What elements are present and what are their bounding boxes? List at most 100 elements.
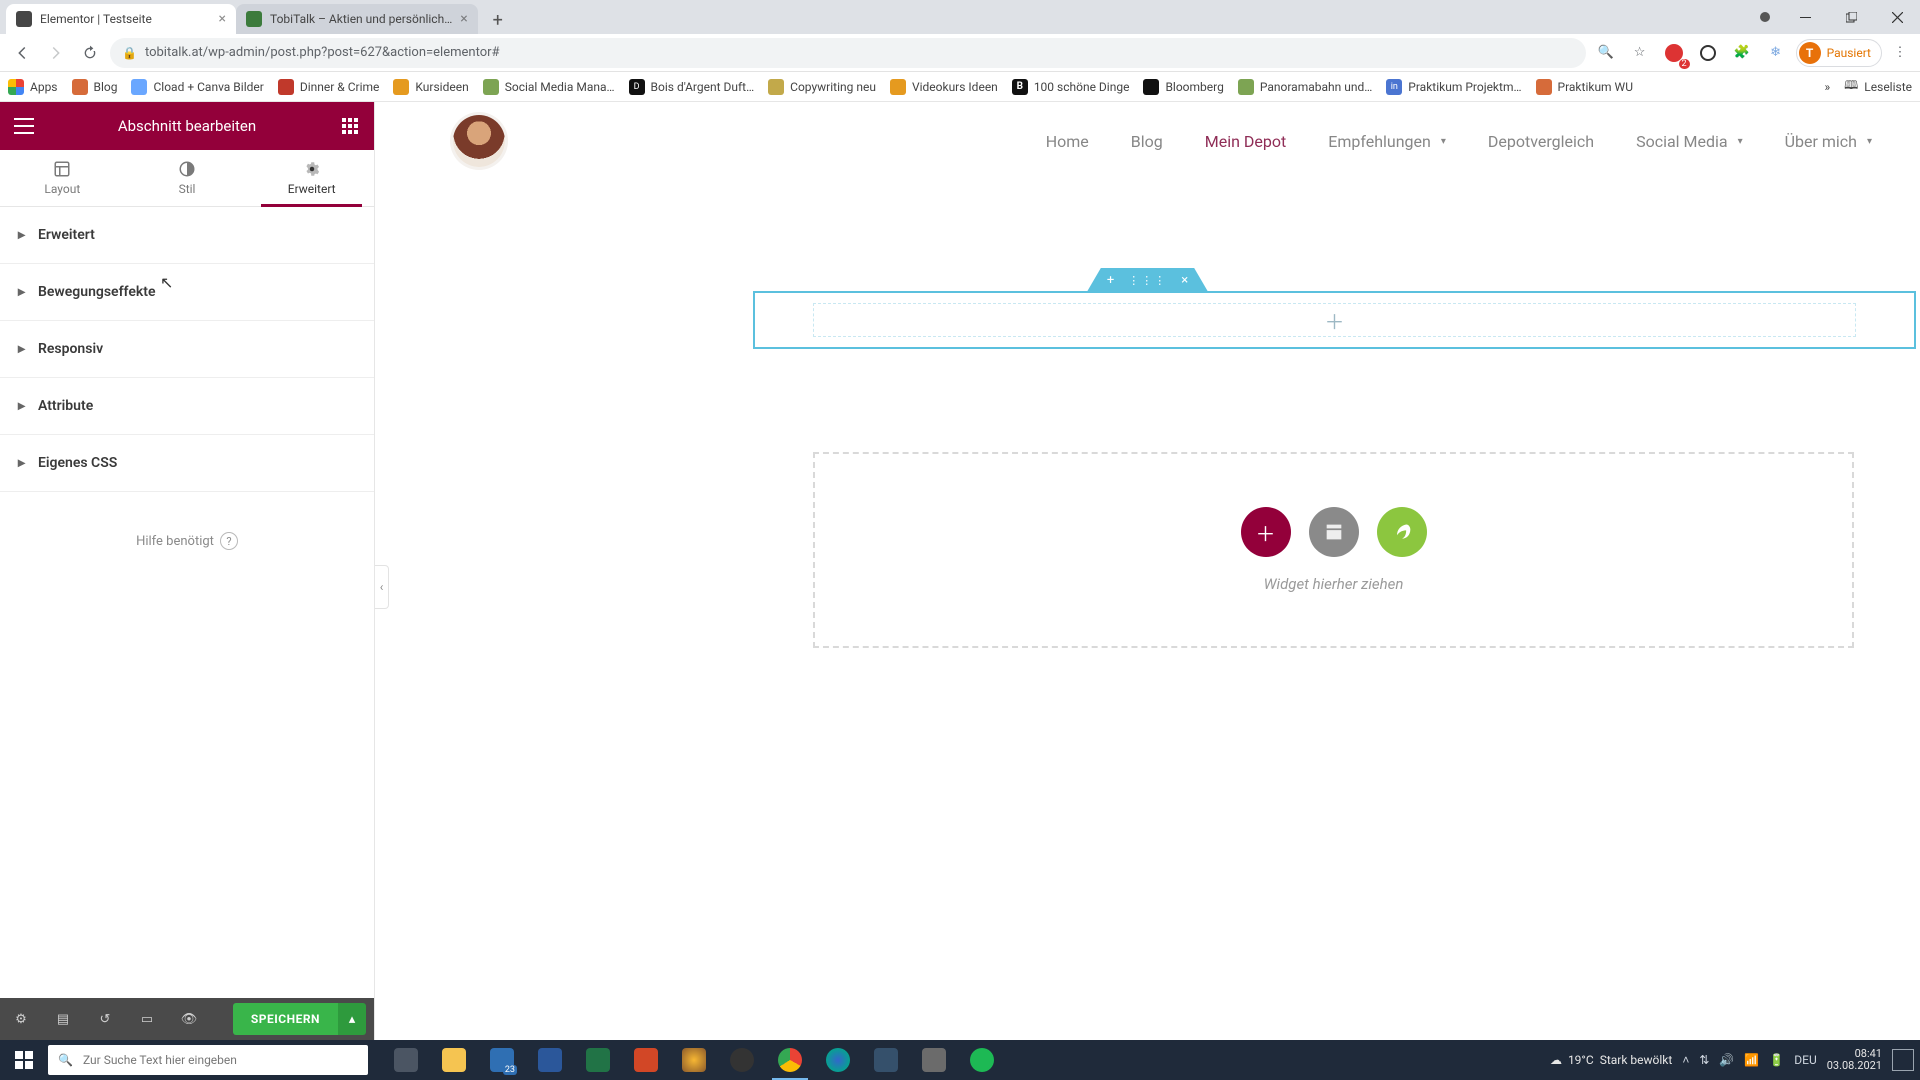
taskbar-app-excel[interactable]: [574, 1040, 622, 1080]
save-button[interactable]: SPEICHERN: [233, 1003, 338, 1035]
network-icon[interactable]: ⇅: [1699, 1053, 1709, 1067]
preview-icon[interactable]: 👁: [168, 998, 210, 1040]
action-center-button[interactable]: [1892, 1049, 1914, 1071]
bookmark-item[interactable]: Kursideen: [393, 79, 468, 95]
envato-button[interactable]: [1377, 507, 1427, 557]
settings-icon[interactable]: ⚙: [0, 998, 42, 1040]
new-section-dropzone[interactable]: ＋ Widget hierher ziehen: [813, 452, 1854, 648]
volume-icon[interactable]: 🔊: [1719, 1053, 1734, 1067]
empty-column[interactable]: ＋: [813, 303, 1856, 337]
bookmark-star-icon[interactable]: ☆: [1626, 39, 1654, 67]
collapse-sidebar-button[interactable]: ‹: [375, 565, 389, 609]
add-section-button[interactable]: ＋: [1241, 507, 1291, 557]
taskbar-app-mail[interactable]: 23: [478, 1040, 526, 1080]
taskbar-app-powerpoint[interactable]: [622, 1040, 670, 1080]
delete-section-icon[interactable]: ×: [1181, 273, 1188, 288]
reload-button[interactable]: [76, 39, 104, 67]
bookmark-item[interactable]: Dinner & Crime: [278, 79, 380, 95]
accordion-advanced[interactable]: ▸Erweitert: [0, 207, 374, 264]
drag-handle-icon[interactable]: ⋮⋮⋮: [1128, 274, 1167, 287]
taskbar-app-explorer[interactable]: [430, 1040, 478, 1080]
widgets-button[interactable]: [338, 114, 362, 138]
language-indicator[interactable]: DEU: [1794, 1053, 1816, 1067]
close-icon[interactable]: ×: [460, 12, 467, 26]
taskbar-weather[interactable]: ☁ 19°C Stark bewölkt: [1550, 1053, 1672, 1067]
taskbar-app[interactable]: [670, 1040, 718, 1080]
close-window-button[interactable]: [1874, 0, 1920, 34]
start-button[interactable]: [0, 1040, 48, 1080]
bookmark-item[interactable]: Cload + Canva Bilder: [131, 79, 263, 95]
chrome-menu-button[interactable]: ⋮: [1888, 45, 1912, 60]
tab-layout[interactable]: Layout: [0, 150, 125, 206]
nav-empfehlungen[interactable]: Empfehlungen▾: [1328, 132, 1446, 151]
zoom-icon[interactable]: 🔍: [1592, 39, 1620, 67]
address-bar[interactable]: 🔒 tobitalk.at/wp-admin/post.php?post=627…: [110, 38, 1586, 68]
site-logo[interactable]: [453, 115, 505, 167]
nav-social-media[interactable]: Social Media▾: [1636, 132, 1743, 151]
new-tab-button[interactable]: +: [484, 6, 512, 34]
section-handle[interactable]: + ⋮⋮⋮ ×: [1087, 268, 1208, 292]
bookmark-item[interactable]: Social Media Mana…: [483, 79, 615, 95]
account-dot-icon[interactable]: [1760, 12, 1770, 22]
taskbar-app-chrome[interactable]: [766, 1040, 814, 1080]
nav-ueber-mich[interactable]: Über mich▾: [1785, 132, 1872, 151]
bookmark-item[interactable]: Copywriting neu: [768, 79, 876, 95]
extension-icon[interactable]: 2: [1660, 39, 1688, 67]
profile-chip[interactable]: T Pausiert: [1796, 39, 1882, 67]
close-icon[interactable]: ×: [219, 12, 226, 26]
battery-icon[interactable]: 🔋: [1769, 1053, 1784, 1067]
taskbar-app-word[interactable]: [526, 1040, 574, 1080]
readlist-button[interactable]: 🕮 Leseliste: [1844, 76, 1912, 97]
sidebar-menu-button[interactable]: [12, 114, 36, 138]
browser-tab[interactable]: Elementor | Testseite ×: [6, 4, 236, 34]
add-widget-icon[interactable]: ＋: [1325, 306, 1345, 335]
bookmark-item[interactable]: Blog: [72, 79, 118, 95]
accordion-attributes[interactable]: ▸Attribute: [0, 378, 374, 435]
browser-tab[interactable]: TobiTalk – Aktien und persönlich… ×: [236, 4, 478, 34]
task-view-button[interactable]: [382, 1040, 430, 1080]
taskbar-clock[interactable]: 08:41 03.08.2021: [1827, 1048, 1882, 1072]
responsive-icon[interactable]: ▭: [126, 998, 168, 1040]
selected-section[interactable]: ＋: [753, 291, 1916, 349]
taskbar-app[interactable]: [910, 1040, 958, 1080]
bookmark-item[interactable]: Videokurs Ideen: [890, 79, 998, 95]
nav-home[interactable]: Home: [1046, 132, 1089, 151]
bookmark-item[interactable]: DBois d'Argent Duft…: [629, 79, 755, 95]
nav-blog[interactable]: Blog: [1131, 132, 1163, 151]
wifi-icon[interactable]: 📶: [1744, 1053, 1759, 1067]
taskbar-app-edge[interactable]: [814, 1040, 862, 1080]
nav-depotvergleich[interactable]: Depotvergleich: [1488, 132, 1594, 151]
taskbar-app-obs[interactable]: [718, 1040, 766, 1080]
bookmark-item[interactable]: B100 schöne Dinge: [1012, 79, 1130, 95]
accordion-responsive[interactable]: ▸Responsiv: [0, 321, 374, 378]
taskbar-app-spotify[interactable]: [958, 1040, 1006, 1080]
tab-style[interactable]: Stil: [125, 150, 250, 206]
minimize-button[interactable]: [1782, 0, 1828, 34]
bookmark-item[interactable]: Bloomberg: [1143, 79, 1223, 95]
extension-icon[interactable]: ❄: [1762, 39, 1790, 67]
history-icon[interactable]: ↺: [84, 998, 126, 1040]
extension-icon[interactable]: [1694, 39, 1722, 67]
accordion-motion-effects[interactable]: ▸Bewegungseffekte: [0, 264, 374, 321]
tray-overflow-icon[interactable]: ˄: [1682, 1053, 1689, 1067]
bookmark-item[interactable]: Praktikum WU: [1536, 79, 1633, 95]
extensions-puzzle-icon[interactable]: 🧩: [1728, 39, 1756, 67]
forward-button[interactable]: [42, 39, 70, 67]
apps-button[interactable]: Apps: [8, 79, 58, 95]
add-template-button[interactable]: [1309, 507, 1359, 557]
back-button[interactable]: [8, 39, 36, 67]
bookmarks-overflow-button[interactable]: »: [1825, 80, 1831, 94]
taskbar-search[interactable]: 🔍 Zur Suche Text hier eingeben: [48, 1045, 368, 1075]
editor-canvas[interactable]: Home Blog Mein Depot Empfehlungen▾ Depot…: [375, 102, 1920, 1040]
tab-advanced[interactable]: Erweitert: [249, 150, 374, 206]
bookmark-item[interactable]: inPraktikum Projektm…: [1386, 79, 1521, 95]
nav-mein-depot[interactable]: Mein Depot: [1205, 132, 1286, 151]
help-link[interactable]: Hilfe benötigt ?: [0, 532, 374, 550]
maximize-button[interactable]: [1828, 0, 1874, 34]
save-options-button[interactable]: ▴: [338, 1003, 366, 1035]
bookmark-item[interactable]: Panoramabahn und…: [1238, 79, 1372, 95]
add-section-icon[interactable]: +: [1107, 273, 1114, 288]
taskbar-app[interactable]: [862, 1040, 910, 1080]
system-tray[interactable]: ˄ ⇅ 🔊 📶 🔋 DEU: [1682, 1053, 1816, 1067]
navigator-icon[interactable]: ▤: [42, 998, 84, 1040]
